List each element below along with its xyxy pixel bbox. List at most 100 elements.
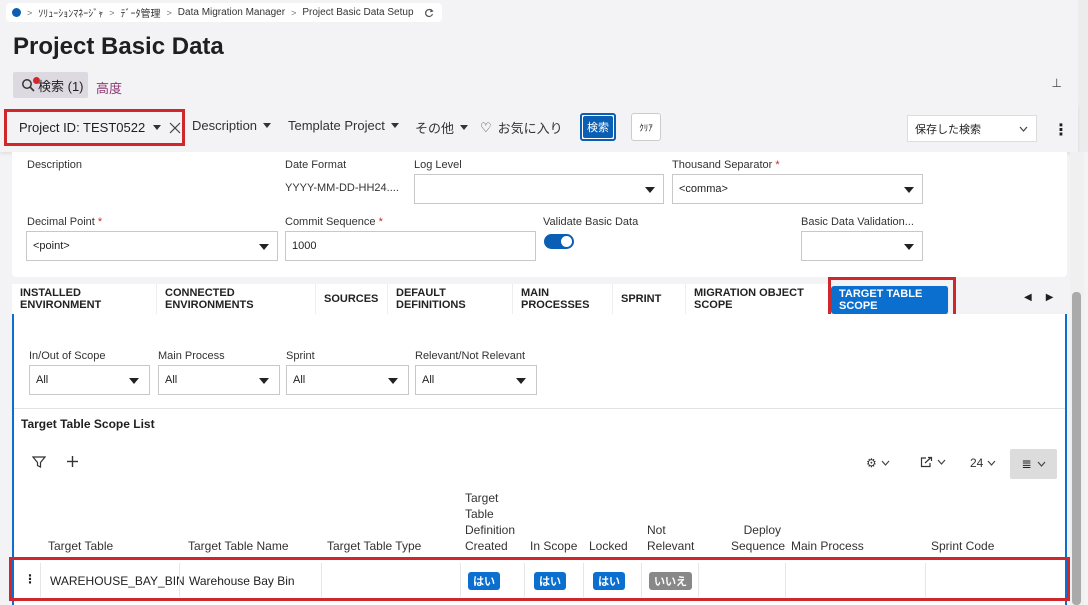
tab-installed-environment[interactable]: INSTALLED ENVIRONMENT xyxy=(12,284,157,314)
home-icon[interactable] xyxy=(12,8,21,17)
col-target-table-type[interactable]: Target Table Type xyxy=(327,538,421,554)
other-filter[interactable]: その他 xyxy=(415,118,469,137)
thousand-separator-label-text: Thousand Separator xyxy=(672,159,773,171)
breadcrumb-item-dmm[interactable]: Data Migration Manager xyxy=(178,7,285,18)
description-filter[interactable]: Description xyxy=(192,118,272,133)
commit-sequence-input[interactable]: 1000 xyxy=(285,231,536,261)
refresh-icon[interactable] xyxy=(424,8,434,18)
main-process-label: Main Process xyxy=(158,350,225,362)
sprint-select[interactable]: All xyxy=(286,365,409,395)
col-deploy-sequence-line2: Sequence xyxy=(731,539,786,553)
required-mark: * xyxy=(378,216,383,228)
filter-bar: Project ID: TEST0522 Description Templat… xyxy=(0,104,1078,152)
chevron-right-icon: > xyxy=(27,7,33,18)
scroll-right-icon[interactable]: ▶ xyxy=(1046,292,1054,303)
caret-down-icon xyxy=(516,378,526,384)
tab-sources[interactable]: SOURCES xyxy=(316,284,388,314)
col-sprint-code[interactable]: Sprint Code xyxy=(931,538,994,554)
view-mode-button[interactable]: ≣ xyxy=(1010,449,1057,479)
tab-connected-environments[interactable]: CONNECTED ENVIRONMENTS xyxy=(157,284,316,314)
favorites-filter[interactable]: ♡ お気に入り xyxy=(480,118,563,137)
other-filter-label: その他 xyxy=(415,121,455,136)
main-process-value: All xyxy=(165,374,178,386)
tab-default-definitions[interactable]: DEFAULT DEFINITIONS xyxy=(388,284,513,314)
active-filter-dot-icon xyxy=(33,77,40,84)
log-level-label: Log Level xyxy=(414,159,462,171)
decimal-point-label: Decimal Point * xyxy=(27,216,102,228)
chevron-down-icon xyxy=(937,459,946,465)
template-project-filter[interactable]: Template Project xyxy=(288,118,399,133)
chevron-down-icon xyxy=(881,460,890,466)
export-menu[interactable] xyxy=(920,456,946,468)
page-scrollbar-top[interactable] xyxy=(1078,0,1088,152)
breadcrumb-item-data-management[interactable]: ﾃﾞｰﾀ管理 xyxy=(121,5,161,20)
more-options-icon[interactable]: ⋮ xyxy=(1053,120,1069,140)
col-definition-created-line4: Created xyxy=(465,539,508,553)
add-icon[interactable] xyxy=(66,455,79,468)
project-id-filter[interactable]: Project ID: TEST0522 xyxy=(4,109,185,146)
caret-down-icon xyxy=(904,187,914,193)
col-definition-created[interactable]: Target Table Definition Created xyxy=(465,490,515,554)
sprint-value: All xyxy=(293,374,306,386)
settings-menu[interactable]: ⚙ xyxy=(866,456,890,470)
col-deploy-sequence-line1: Deploy xyxy=(743,523,781,537)
caret-down-icon[interactable] xyxy=(153,125,162,130)
sprint-label: Sprint xyxy=(286,350,315,362)
saved-search-select[interactable]: 保存した検索 xyxy=(907,115,1037,142)
search-button[interactable]: 検索 xyxy=(580,113,616,141)
decimal-point-label-text: Decimal Point xyxy=(27,216,95,228)
advanced-search-link[interactable]: 高度 xyxy=(96,78,122,97)
basic-data-validation-select[interactable] xyxy=(801,231,923,261)
search-toggle-button[interactable]: 検索 (1) xyxy=(13,72,88,98)
list-title: Target Table Scope List xyxy=(21,417,155,431)
relevant-select[interactable]: All xyxy=(415,365,537,395)
main-process-select[interactable]: All xyxy=(158,365,280,395)
tab-main-processes[interactable]: MAIN PROCESSES xyxy=(513,284,613,314)
tab-migration-object-scope[interactable]: MIGRATION OBJECT SCOPE xyxy=(686,284,831,314)
highlight-frame xyxy=(9,557,1070,601)
caret-down-icon xyxy=(904,244,914,250)
relevant-label: Relevant/Not Relevant xyxy=(415,350,526,362)
caret-down-icon xyxy=(259,378,269,384)
chevron-right-icon: > xyxy=(291,7,297,18)
scroll-left-icon[interactable]: ◀ xyxy=(1024,292,1032,303)
scrollbar-thumb[interactable] xyxy=(1072,292,1081,605)
filter-icon[interactable] xyxy=(32,455,46,469)
page-size-select[interactable]: 24 xyxy=(970,456,996,470)
caret-down-icon xyxy=(263,123,272,128)
template-project-filter-label: Template Project xyxy=(288,118,385,133)
thousand-separator-label: Thousand Separator * xyxy=(672,159,780,171)
col-not-relevant[interactable]: Not Relevant xyxy=(647,522,694,554)
col-target-table[interactable]: Target Table xyxy=(48,538,113,554)
pin-icon[interactable]: ⊥ xyxy=(1052,76,1062,90)
col-in-scope[interactable]: In Scope xyxy=(530,538,577,554)
col-target-table-name[interactable]: Target Table Name xyxy=(188,538,289,554)
thousand-separator-select[interactable]: <comma> xyxy=(672,174,923,204)
breadcrumb-item-solution-manager[interactable]: ｿﾘｭｰｼｮﾝﾏﾈｰｼﾞｬ xyxy=(38,5,103,20)
decimal-point-select[interactable]: <point> xyxy=(26,231,278,261)
log-level-select[interactable] xyxy=(414,174,664,204)
description-label: Description xyxy=(27,159,83,171)
commit-sequence-value: 1000 xyxy=(292,240,317,252)
col-deploy-sequence[interactable]: Deploy Sequence xyxy=(731,522,786,554)
in-out-scope-select[interactable]: All xyxy=(29,365,150,395)
vertical-scrollbar[interactable] xyxy=(1070,152,1084,605)
chevron-right-icon: > xyxy=(109,7,115,18)
col-not-relevant-line2: Relevant xyxy=(647,539,695,553)
relevant-value: All xyxy=(422,374,435,386)
close-icon[interactable] xyxy=(169,122,181,134)
heart-icon: ♡ xyxy=(480,119,492,135)
commit-sequence-label-text: Commit Sequence xyxy=(285,216,376,228)
list-view-icon: ≣ xyxy=(1021,457,1032,471)
breadcrumb: > ｿﾘｭｰｼｮﾝﾏﾈｰｼﾞｬ > ﾃﾞｰﾀ管理 > Data Migratio… xyxy=(6,3,442,22)
validate-basic-data-toggle[interactable] xyxy=(544,234,574,249)
caret-down-icon xyxy=(259,244,269,250)
tab-sprint[interactable]: SPRINT xyxy=(613,284,686,314)
clear-button[interactable]: ｸﾘｱ xyxy=(631,113,661,141)
search-chip-label: 検索 (1) xyxy=(38,78,84,94)
chevron-down-icon xyxy=(1019,126,1028,132)
col-locked[interactable]: Locked xyxy=(589,538,628,554)
date-format-value: YYYY-MM-DD-HH24.... xyxy=(285,182,399,194)
search-button-label: 検索 xyxy=(583,116,613,138)
col-main-process[interactable]: Main Process xyxy=(791,538,864,554)
